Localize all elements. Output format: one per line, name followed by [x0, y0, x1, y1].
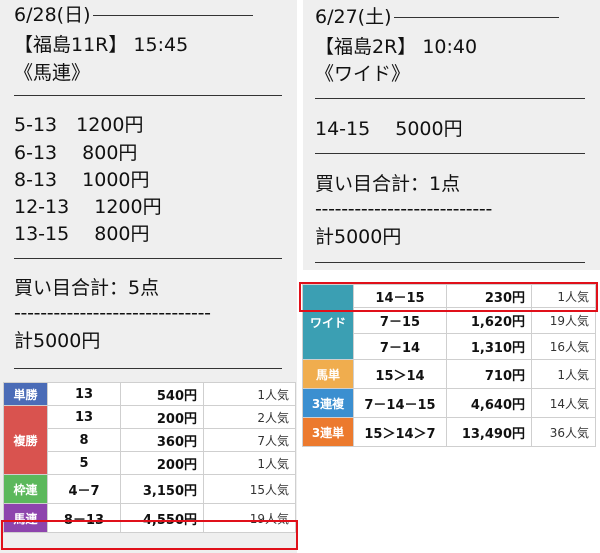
- left-date: 6/28(日): [14, 4, 91, 26]
- table-row: 枠連 4－7 3,150円 15人気: [3, 474, 296, 504]
- left-bet-line: 8-13 1000円: [14, 169, 150, 191]
- table-row: 3連複 7－14－15 4,640円 14人気: [302, 388, 596, 418]
- right-divider-3: [315, 262, 585, 263]
- left-divider-1: [14, 95, 282, 96]
- bet-type-label: 馬単: [302, 359, 354, 389]
- left-bet-line: 12-13 1200円: [14, 196, 162, 218]
- right-divider-2: [315, 153, 585, 154]
- left-bet-type: 《馬連》: [14, 62, 91, 84]
- bet-type-label: 3連単: [302, 417, 354, 447]
- left-payout-table: 単勝 13 540円 1人気 複勝 13 200円 2人気 8 360円 7人気…: [3, 382, 296, 533]
- combo-cell: 13: [47, 382, 121, 406]
- combo-cell: 5: [47, 451, 121, 475]
- popularity-cell: 16人気: [531, 333, 596, 360]
- amount-cell: 200円: [120, 451, 204, 475]
- right-date: 6/27(土): [315, 6, 392, 28]
- left-bet-line: 13-15 800円: [14, 223, 150, 245]
- left-bet-line: 5-13 1200円: [14, 114, 144, 136]
- left-date-header: 6/28(日): [14, 4, 253, 26]
- left-divider-2: [14, 258, 282, 259]
- combo-cell: 7－14－15: [353, 388, 447, 418]
- popularity-cell: 2人気: [203, 405, 296, 429]
- bet-type-label: 3連複: [302, 388, 354, 418]
- left-total-points: 買い目合計：5点: [14, 277, 160, 299]
- table-row: 5 200円 1人気: [4, 451, 296, 475]
- winning-highlight: [299, 282, 598, 312]
- left-divider-3: [14, 368, 282, 369]
- amount-cell: 4,640円: [446, 388, 532, 418]
- right-total-points: 買い目合計：1点: [315, 173, 461, 195]
- combo-cell: 8: [47, 428, 121, 452]
- winning-highlight: [1, 520, 298, 550]
- combo-cell: 15＞14＞7: [353, 417, 447, 447]
- combo-cell: 4－7: [47, 474, 121, 504]
- amount-cell: 3,150円: [120, 474, 204, 504]
- table-row: 馬単 15＞14 710円 1人気: [302, 359, 596, 389]
- amount-cell: 540円: [120, 382, 204, 406]
- bet-type-label: 枠連: [3, 474, 48, 504]
- left-date-rule: [92, 14, 253, 16]
- popularity-cell: 36人気: [531, 417, 596, 447]
- combo-cell: 7－14: [353, 333, 447, 360]
- right-divider-1: [315, 98, 585, 99]
- left-race: 【福島11R】 15:45: [14, 34, 189, 56]
- amount-cell: 200円: [120, 405, 204, 429]
- right-date-header: 6/27(土): [315, 6, 559, 28]
- amount-cell: 360円: [120, 428, 204, 452]
- popularity-cell: 14人気: [531, 388, 596, 418]
- amount-cell: 1,310円: [446, 333, 532, 360]
- left-total-amount: 計5000円: [14, 330, 101, 352]
- right-panel: 6/27(土) 【福島2R】 10:40 《ワイド》 14-15 5000円 買…: [303, 0, 600, 270]
- table-row: 3連単 15＞14＞7 13,490円 36人気: [302, 417, 596, 447]
- popularity-cell: 1人気: [203, 382, 296, 406]
- right-race: 【福島2R】 10:40: [315, 36, 478, 58]
- bet-type-label: 単勝: [3, 382, 48, 406]
- table-row: 複勝 13 200円 2人気: [3, 405, 296, 475]
- right-date-rule: [393, 16, 559, 18]
- popularity-cell: 15人気: [203, 474, 296, 504]
- bet-type-label: 複勝: [3, 405, 48, 475]
- amount-cell: 710円: [446, 359, 532, 389]
- right-dash-line: ---------------------------: [315, 198, 493, 220]
- left-dash-line: ------------------------------: [14, 302, 211, 324]
- combo-cell: 13: [47, 405, 121, 429]
- popularity-cell: 1人気: [531, 359, 596, 389]
- combo-cell: 15＞14: [353, 359, 447, 389]
- table-row: 単勝 13 540円 1人気: [3, 382, 296, 406]
- amount-cell: 13,490円: [446, 417, 532, 447]
- left-bet-line: 6-13 800円: [14, 142, 138, 164]
- right-bet-line: 14-15 5000円: [315, 118, 463, 140]
- popularity-cell: 1人気: [203, 451, 296, 475]
- right-total-amount: 計5000円: [315, 226, 402, 248]
- right-bet-type: 《ワイド》: [315, 63, 411, 85]
- popularity-cell: 7人気: [203, 428, 296, 452]
- table-row: 8 360円 7人気: [4, 428, 296, 452]
